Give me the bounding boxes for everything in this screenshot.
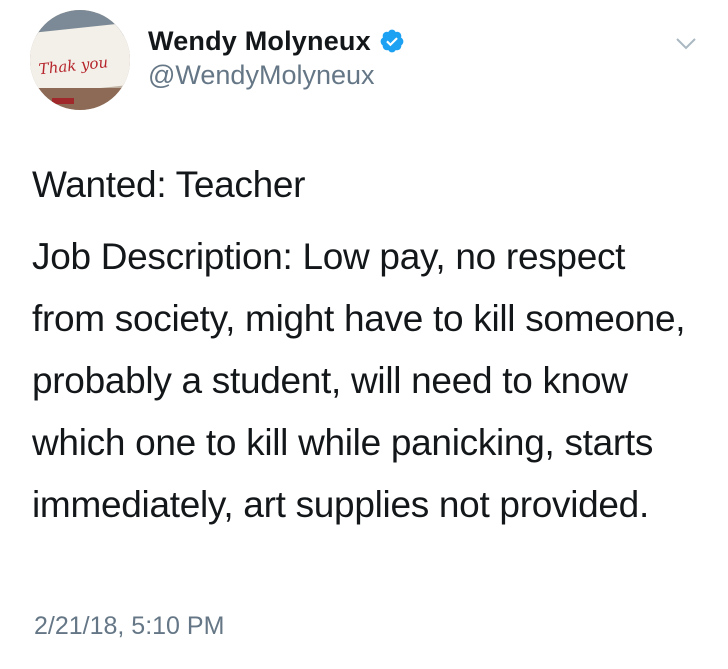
author-name-row[interactable]: Wendy Molyneux <box>148 24 405 58</box>
avatar[interactable]: Thak you <box>30 10 130 110</box>
verified-badge-icon <box>379 28 405 54</box>
tweet-timestamp[interactable]: 2/21/18, 5:10 PM <box>34 612 224 641</box>
author-display-name[interactable]: Wendy Molyneux <box>148 26 371 57</box>
tweet-card: Thak you Wendy Molyneux @WendyMolyneux W… <box>0 0 728 669</box>
tweet-text-line-2: Job Description: Low pay, no respect fro… <box>32 236 686 525</box>
tweet-text-line-1: Wanted: Teacher <box>32 164 306 205</box>
author-handle[interactable]: @WendyMolyneux <box>148 60 375 91</box>
chevron-down-icon[interactable] <box>672 34 700 54</box>
tweet-text: Wanted: Teacher Job Description: Low pay… <box>32 154 702 536</box>
